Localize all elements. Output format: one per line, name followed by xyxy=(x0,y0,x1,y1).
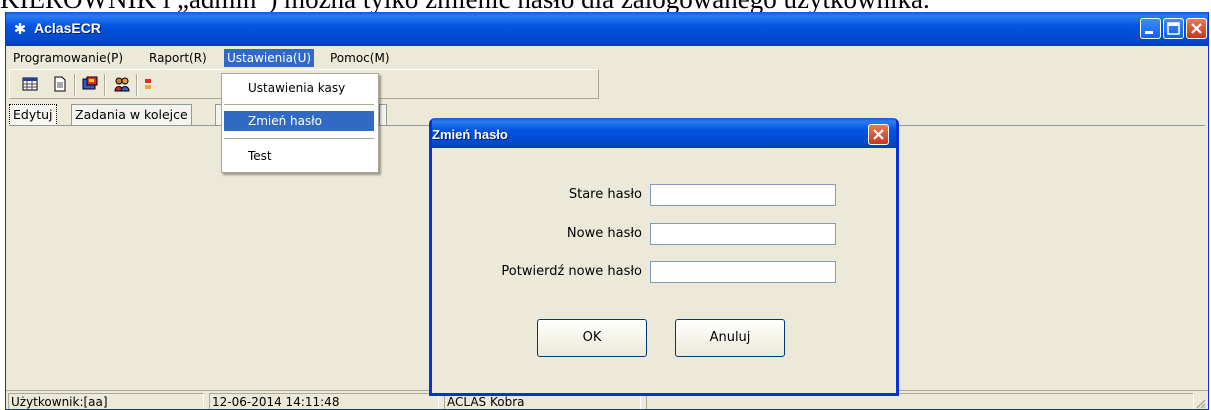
close-icon xyxy=(1191,23,1202,34)
old-password-input[interactable] xyxy=(650,184,836,206)
status-user: Użytkownik:[aa] xyxy=(8,393,204,409)
menu-ustawienia[interactable]: Ustawienia(U) xyxy=(224,49,315,67)
toolbar-separator xyxy=(74,74,76,96)
confirm-password-input[interactable] xyxy=(650,261,836,283)
document-icon[interactable] xyxy=(52,76,68,92)
menu-pomoc[interactable]: Pomoc(M) xyxy=(327,49,393,67)
window-title: AclasECR xyxy=(34,20,101,36)
users-icon[interactable] xyxy=(114,76,130,92)
new-password-input[interactable] xyxy=(650,223,836,245)
app-logo-icon: ✱ xyxy=(13,20,27,38)
menu-item-test[interactable]: Test xyxy=(224,146,374,166)
minimize-button[interactable] xyxy=(1140,18,1161,39)
dialog-title: Zmień hasło xyxy=(432,127,508,142)
close-button[interactable] xyxy=(1186,18,1207,39)
dialog-close-button[interactable] xyxy=(868,124,889,145)
cancel-button[interactable]: Anuluj xyxy=(675,319,785,357)
window-titlebar[interactable]: ✱ AclasECR xyxy=(6,12,1208,46)
menu-separator xyxy=(224,138,374,139)
status-datetime: 12-06-2014 14:11:48 xyxy=(209,393,439,409)
confirm-password-label: Potwierdź nowe hasło xyxy=(501,264,642,279)
ustawienia-dropdown-menu: Ustawienia kasy Zmień hasło Test xyxy=(221,73,379,173)
table-icon[interactable] xyxy=(22,76,38,92)
menu-item-ustawienia-kasy[interactable]: Ustawienia kasy xyxy=(224,78,374,98)
toolbar-separator xyxy=(104,74,106,96)
menu-item-zmien-haslo[interactable]: Zmień hasło xyxy=(224,111,374,131)
ok-button[interactable]: OK xyxy=(537,319,647,357)
menu-raport[interactable]: Raport(R) xyxy=(146,49,210,67)
menubar: Programowanie(P) Raport(R) Ustawienia(U)… xyxy=(6,46,1208,68)
tab-zadania-w-kolejce[interactable]: Zadania w kolejce xyxy=(71,104,192,125)
toolbar-separator xyxy=(136,74,138,96)
maximize-icon xyxy=(1167,22,1180,35)
tab-edytuj[interactable]: Edytuj xyxy=(9,104,57,126)
dialog-titlebar[interactable]: Zmień hasło xyxy=(432,118,896,148)
new-password-label: Nowe hasło xyxy=(566,226,642,241)
tab-hidden[interactable] xyxy=(379,104,387,125)
settings-icon[interactable] xyxy=(144,76,152,92)
change-password-dialog: Zmień hasło Stare hasło Nowe hasło Potwi… xyxy=(429,118,899,396)
resize-grip-icon[interactable] xyxy=(1194,397,1206,409)
menu-separator xyxy=(224,104,374,105)
menu-programowanie[interactable]: Programowanie(P) xyxy=(10,49,126,67)
card-icon[interactable] xyxy=(82,76,98,92)
minimize-icon xyxy=(1145,31,1153,34)
close-icon xyxy=(873,129,884,140)
old-password-label: Stare hasło xyxy=(568,187,642,202)
maximize-button[interactable] xyxy=(1163,18,1184,39)
